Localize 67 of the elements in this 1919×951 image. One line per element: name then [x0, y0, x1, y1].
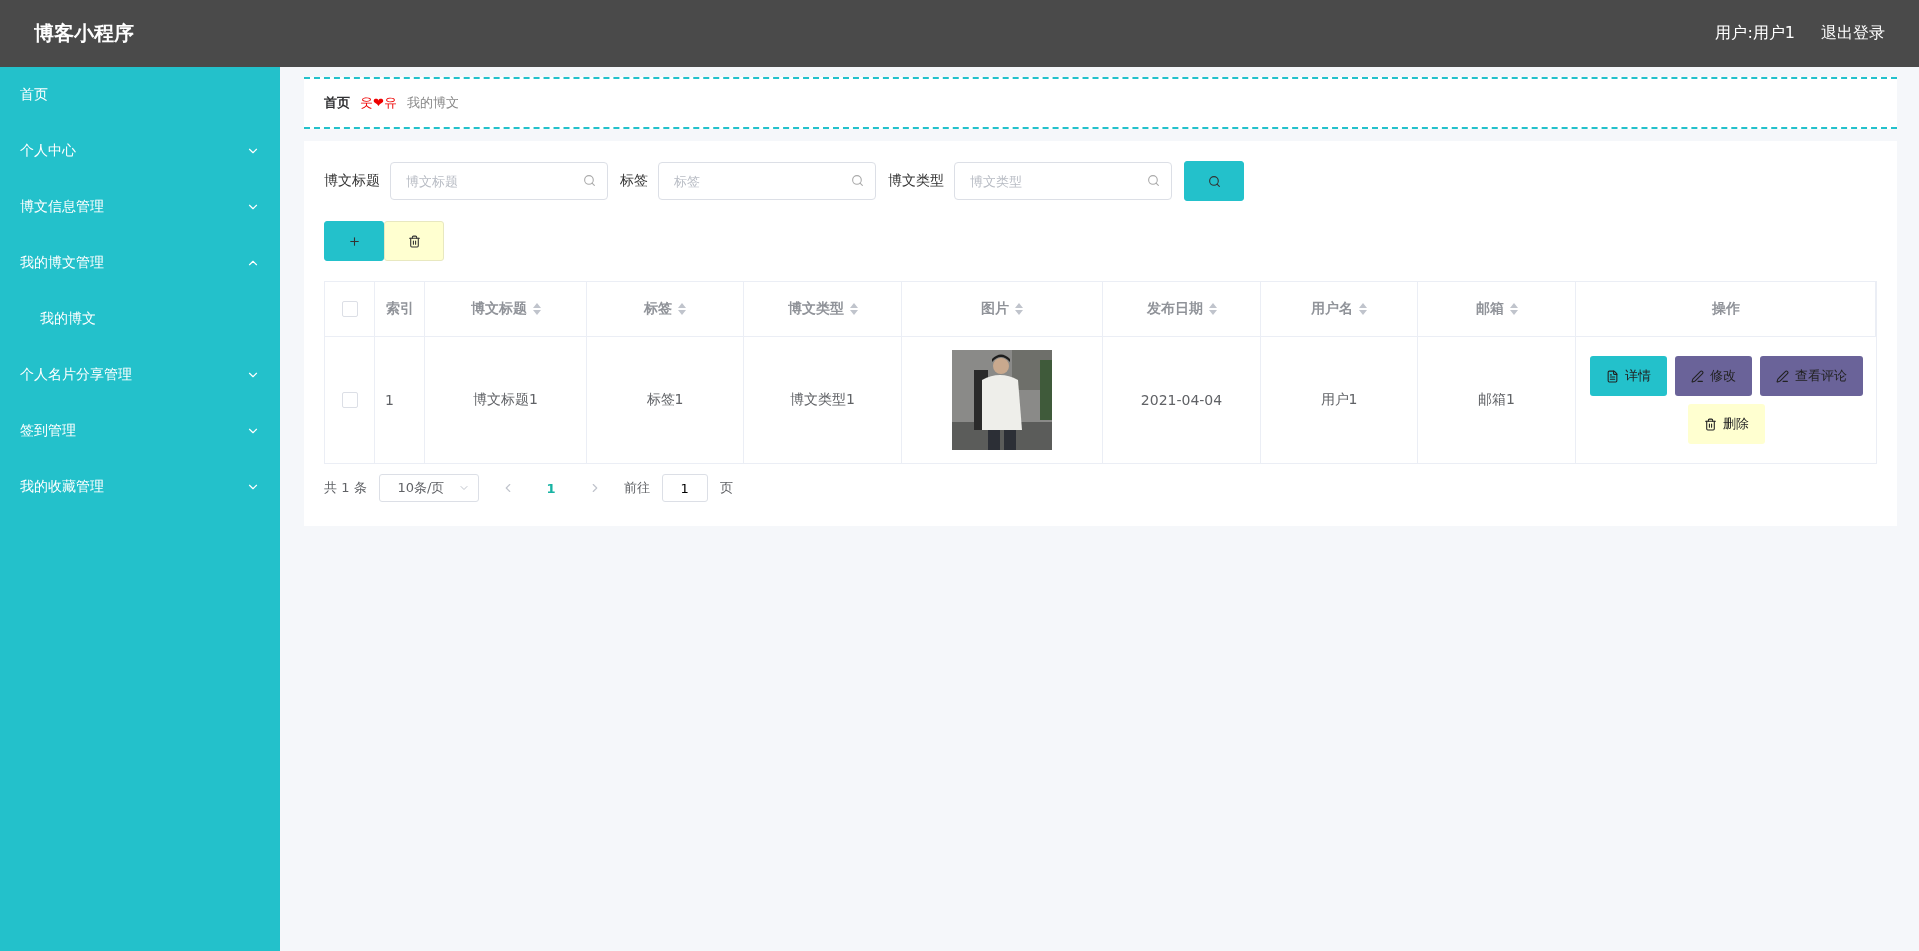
table-cell: 2021-04-04	[1140, 392, 1223, 408]
search-icon	[851, 174, 864, 187]
action-button[interactable]: 详情	[1589, 356, 1667, 396]
search-icon	[583, 174, 596, 187]
page-number[interactable]: 1	[536, 480, 566, 496]
table-cell: 邮箱1	[1478, 391, 1515, 409]
search-field[interactable]: 标签	[658, 162, 876, 200]
field-label: 博文标题	[324, 172, 380, 190]
search-button[interactable]	[1184, 161, 1244, 201]
pen-icon	[1775, 369, 1789, 383]
column-header[interactable]: 标签	[587, 282, 744, 337]
checkbox[interactable]	[341, 301, 358, 317]
trash-icon	[407, 234, 421, 248]
search-icon	[1207, 174, 1221, 188]
app-title: 博客小程序	[34, 20, 135, 47]
breadcrumb-current: 我的博文	[406, 94, 459, 112]
column-header[interactable]: 博文标题	[425, 282, 587, 337]
table-cell: 标签1	[646, 391, 684, 409]
action-button[interactable]: 查看评论	[1759, 356, 1863, 396]
column-header[interactable]: 博文类型	[744, 282, 902, 337]
search-icon	[1147, 174, 1160, 187]
sort-icon[interactable]	[1359, 303, 1367, 315]
table-cell: 博文标题1	[473, 391, 538, 409]
menu-item[interactable]: 我的博文管理	[0, 235, 280, 291]
logout-link[interactable]: 退出登录	[1821, 23, 1885, 44]
column-header[interactable]: 邮箱	[1418, 282, 1576, 337]
action-button[interactable]: 修改	[1674, 356, 1752, 396]
document-icon	[1605, 369, 1619, 383]
sort-icon[interactable]	[849, 303, 858, 315]
column-header[interactable]: 用户名	[1261, 282, 1418, 337]
plus-icon	[347, 234, 361, 248]
column-header[interactable]: 图片	[902, 282, 1103, 337]
table-cell: 1	[385, 392, 394, 408]
goto-page-field[interactable]: 1	[661, 474, 708, 502]
goto-label: 前往	[623, 479, 650, 497]
column-header[interactable]: 发布日期	[1103, 282, 1261, 337]
field-label: 博文类型	[888, 172, 944, 190]
pen-icon	[1690, 369, 1704, 383]
menu-item[interactable]: 我的收藏管理	[0, 459, 280, 515]
page-size-select[interactable]: 10条/页	[378, 474, 479, 502]
table-cell: 用户1	[1320, 391, 1358, 409]
column-header: 索引	[375, 282, 425, 337]
sort-icon[interactable]	[532, 303, 541, 315]
menu-item[interactable]: 个人中心	[0, 123, 280, 179]
breadcrumb-home[interactable]: 首页	[324, 94, 350, 112]
delete-button[interactable]	[384, 221, 444, 261]
menu-item[interactable]: 个人名片分享管理	[0, 347, 280, 403]
submenu-item[interactable]: 我的博文	[0, 291, 280, 347]
search-field[interactable]: 博文标题	[390, 162, 608, 200]
field-label: 标签	[620, 172, 648, 190]
action-button[interactable]: 删除	[1687, 404, 1765, 444]
sort-icon[interactable]	[1509, 303, 1518, 315]
table-cell: 博文类型1	[790, 391, 855, 409]
search-field[interactable]: 博文类型	[954, 162, 1172, 200]
menu-item[interactable]: 签到管理	[0, 403, 280, 459]
menu-item[interactable]: 博文信息管理	[0, 179, 280, 235]
sort-icon[interactable]	[1208, 303, 1217, 315]
total-count: 共 1 条	[324, 479, 367, 497]
sort-icon[interactable]	[678, 303, 686, 315]
sort-icon[interactable]	[1015, 303, 1023, 315]
page-suffix: 页	[719, 479, 733, 497]
user-name: 用户:用户1	[1715, 23, 1795, 44]
menu-item[interactable]: 首页	[0, 67, 280, 123]
trash-icon	[1703, 417, 1717, 431]
column-header: 操作	[1576, 282, 1876, 337]
breadcrumb-separator: 웃❤유	[360, 94, 397, 112]
checkbox[interactable]	[341, 392, 358, 408]
